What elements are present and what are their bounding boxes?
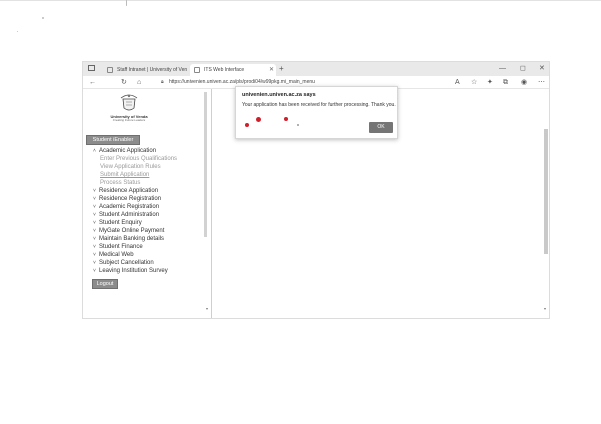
red-ink-mark — [245, 123, 249, 127]
menu-item-student-finance[interactable]: ˅ Student Finance — [93, 244, 143, 251]
dialog-message: Your application has been received for f… — [242, 102, 396, 108]
tab-actions-icon[interactable] — [88, 65, 95, 71]
menu-item-medical-web[interactable]: ˅ Medical Web — [93, 252, 134, 259]
menu-item-academic-registration[interactable]: ˅ Academic Registration — [93, 204, 159, 211]
university-crest-icon — [120, 94, 138, 111]
menu-item-academic-application[interactable]: ˄ Academic Application — [93, 148, 156, 155]
profile-icon[interactable]: ◉ — [521, 77, 527, 88]
arrow-left-icon[interactable]: ← — [89, 77, 96, 88]
menu-item-leaving-institution-survey[interactable]: ˅ Leaving Institution Survey — [93, 268, 168, 275]
close-window-button[interactable]: ✕ — [539, 63, 545, 75]
left-frame-scrollbar[interactable] — [204, 92, 207, 237]
left-menu-frame: University of Venda Creating Future Lead… — [83, 89, 210, 318]
menu-item-mygate-online-payment[interactable]: ˅ MyGate Online Payment — [93, 228, 164, 235]
minimize-button[interactable]: — — [499, 63, 506, 75]
tab-strip: Staff Intranet | University of Ven ITS W… — [83, 62, 549, 76]
submenu-submit-application[interactable]: Submit Application — [100, 172, 149, 179]
dialog-title: univenien.univen.ac.za says — [242, 92, 316, 98]
logout-button[interactable]: Logout — [92, 279, 118, 289]
main-frame-scrollbar[interactable] — [544, 129, 548, 254]
ok-button[interactable]: OK — [369, 122, 393, 133]
favorites-star-icon[interactable]: ☆ — [471, 77, 477, 88]
menu-item-residence-application[interactable]: ˅ Residence Application — [93, 188, 158, 195]
tab-its-web-interface[interactable]: ITS Web Interface ✕ — [190, 64, 276, 76]
collections-icon[interactable]: ⧉ — [503, 77, 508, 88]
tab-label: Staff Intranet | University of Ven — [117, 67, 188, 73]
menu-item-subject-cancellation[interactable]: ˅ Subject Cancellation — [93, 260, 154, 267]
read-aloud-icon[interactable]: A — [455, 77, 460, 88]
extensions-icon[interactable]: ✦ — [487, 77, 493, 88]
page-favicon-icon — [194, 67, 200, 73]
home-icon[interactable]: ⌂ — [137, 77, 141, 88]
menu-item-maintain-banking-details[interactable]: ˅ Maintain Banking details — [93, 236, 164, 243]
tab-label: ITS Web Interface — [204, 67, 245, 73]
submenu-view-application-rules[interactable]: View Application Rules — [100, 164, 161, 171]
scroll-down-arrow-icon[interactable]: ▾ — [544, 306, 546, 311]
lock-icon[interactable]: 🔒︎ — [161, 77, 164, 88]
ink-speck — [297, 124, 299, 126]
new-tab-button[interactable]: + — [279, 63, 284, 75]
refresh-icon[interactable]: ↻ — [121, 77, 127, 88]
student-enabler-button[interactable]: Student iEnabler — [86, 135, 140, 145]
tab-staff-intranet[interactable]: Staff Intranet | University of Ven — [103, 64, 189, 76]
scan-speck — [17, 31, 18, 32]
submenu-enter-previous-qualifications[interactable]: Enter Previous Qualifications — [100, 156, 177, 163]
menu-item-student-administration[interactable]: ˅ Student Administration — [93, 212, 159, 219]
submenu-process-status[interactable]: Process Status — [100, 180, 140, 187]
menu-item-residence-registration[interactable]: ˅ Residence Registration — [93, 196, 161, 203]
red-ink-mark — [256, 117, 261, 122]
red-ink-mark — [284, 117, 288, 121]
page-favicon-icon — [107, 67, 113, 73]
scan-speck — [42, 17, 44, 19]
menu-item-student-enquiry[interactable]: ˅ Student Enquiry — [93, 220, 142, 227]
alert-dialog: univenien.univen.ac.za says Your applica… — [235, 86, 398, 139]
close-tab-icon[interactable]: ✕ — [269, 64, 274, 76]
university-motto: Creating Future Leaders — [112, 118, 146, 122]
scan-speck — [126, 0, 127, 6]
maximize-button[interactable]: ◻ — [520, 63, 526, 75]
scroll-down-arrow-icon[interactable]: ▾ — [206, 306, 208, 311]
scan-top-edge — [0, 0, 601, 1]
more-menu-icon[interactable]: ⋯ — [538, 77, 545, 88]
